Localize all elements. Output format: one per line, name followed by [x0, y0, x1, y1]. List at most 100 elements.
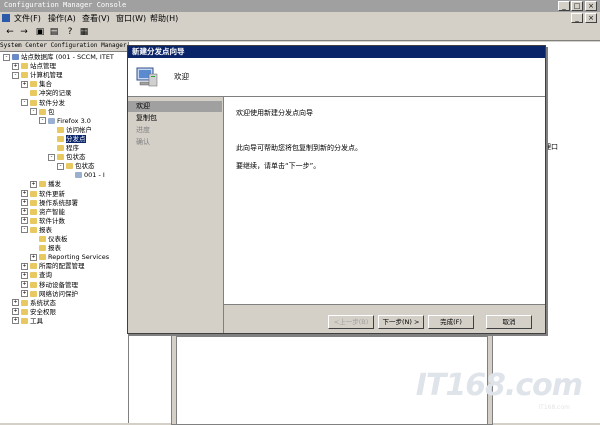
expand-toggle-icon[interactable]: - [30, 108, 37, 116]
tree-node[interactable]: + 网络访问保护 [21, 290, 78, 299]
properties-icon[interactable]: ▦ [77, 26, 91, 39]
expand-toggle-icon[interactable]: + [30, 180, 37, 188]
expand-toggle-icon[interactable]: + [21, 290, 28, 298]
expand-toggle-icon[interactable]: + [12, 308, 19, 316]
expand-toggle-icon[interactable]: + [21, 190, 28, 197]
tree-node[interactable]: - 软件分发 [21, 99, 65, 108]
menu-file[interactable]: 文件(F) [14, 13, 41, 24]
tree-node-label: 分发点 [66, 134, 86, 143]
expand-toggle-icon[interactable]: + [21, 271, 28, 279]
tree-node[interactable]: 报表 [30, 244, 61, 253]
expand-toggle-icon[interactable]: - [21, 226, 28, 234]
tree-node[interactable]: - 报表 [21, 226, 52, 235]
expand-toggle-icon[interactable]: + [21, 281, 28, 288]
tree-node[interactable]: + 移动设备管理 [21, 281, 78, 290]
menu-help[interactable]: 帮助(H) [150, 13, 178, 24]
expand-toggle-icon[interactable]: + [21, 199, 28, 207]
folder-icon [57, 126, 64, 133]
tree-node[interactable]: + 软件更新 [21, 190, 65, 199]
tree-node[interactable]: -包 [30, 108, 55, 117]
tree-node[interactable]: + 查询 [21, 271, 52, 280]
minimize-button[interactable]: _ [558, 1, 570, 11]
expand-toggle-icon[interactable]: - [57, 162, 64, 170]
tree-node[interactable]: 仪表板 [30, 235, 68, 244]
tree-node[interactable]: - 包状态 [48, 153, 86, 162]
tree-node[interactable]: + 软件计数 [21, 217, 65, 226]
tree-node-label: Firefox 3.0 [57, 116, 91, 125]
expand-toggle-icon[interactable]: + [21, 262, 28, 270]
expand-toggle-icon[interactable]: + [12, 62, 19, 70]
expand-toggle-icon[interactable]: + [21, 217, 28, 225]
expand-toggle-icon[interactable]: + [21, 80, 28, 88]
tree-node-label: 访问帐户 [66, 125, 92, 134]
expand-toggle-icon[interactable]: + [12, 299, 19, 307]
tree-node-label: 集合 [39, 80, 52, 89]
tree-node[interactable]: - 计算机管理 [12, 71, 63, 80]
dialog-header: 欢迎 [128, 58, 545, 97]
maximize-button[interactable]: □ [571, 1, 583, 11]
tree-node[interactable]: - 站点数据库 (001 - SCCM, ITET [3, 53, 114, 62]
mdi-minimize-button[interactable]: _ [571, 13, 583, 23]
finish-button[interactable]: 完成(F) [428, 315, 474, 329]
mdi-close-button[interactable]: × [585, 13, 597, 23]
tree-node[interactable]: + 工具 [12, 317, 43, 326]
welcome-description: 此向导可帮助您将包复制到新的分发点。 [236, 144, 362, 152]
tree-node[interactable]: - Firefox 3.0 [39, 117, 91, 126]
menu-view[interactable]: 查看(V) [82, 13, 110, 24]
tree-node[interactable]: + 集合 [21, 80, 52, 89]
tree-node[interactable]: + 操作系统部署 [21, 199, 78, 208]
expand-toggle-icon[interactable]: - [21, 99, 28, 106]
step-copy-package[interactable]: 复制包 [128, 113, 222, 124]
step-welcome[interactable]: 欢迎 [128, 101, 222, 112]
tree-node[interactable]: + 站点管理 [12, 62, 56, 71]
folder-icon [21, 317, 28, 324]
tree-node[interactable]: + 安全权限 [12, 308, 56, 317]
wizard-content: 欢迎使用新建分发点向导 此向导可帮助您将包复制到新的分发点。 要继续，请单击“下… [224, 97, 545, 304]
folder-icon [39, 254, 46, 261]
expand-toggle-icon[interactable]: - [48, 153, 55, 161]
actions-fragment: 理口 [544, 143, 558, 151]
folder-icon [30, 272, 37, 279]
tree-node[interactable]: 访问帐户 [48, 126, 92, 135]
tree-node-label: 冲突的记录 [39, 89, 72, 98]
tree-node[interactable]: + 资产智能 [21, 208, 65, 217]
back-arrow-icon[interactable]: ← [3, 26, 17, 39]
tree-node-label: 计算机管理 [30, 71, 63, 80]
tree-node-label: 播发 [48, 180, 61, 189]
show-tree-icon[interactable]: ▤ [47, 26, 61, 39]
folder-icon [39, 181, 46, 188]
menu-bar: 文件(F) 操作(A) 查看(V) 窗口(W) 帮助(H) _ × [0, 12, 600, 24]
expand-toggle-icon[interactable]: - [3, 53, 10, 61]
forward-arrow-icon[interactable]: → [17, 26, 31, 39]
folder-icon [30, 99, 37, 106]
menu-window[interactable]: 窗口(W) [116, 13, 146, 24]
console-tree: System Center Configuration Manager - 站点数… [0, 42, 129, 423]
expand-toggle-icon[interactable]: + [21, 208, 28, 216]
tree-node[interactable]: 分发点 [48, 134, 86, 144]
tree-node[interactable]: + Reporting Services [30, 253, 109, 262]
folder-icon [30, 199, 37, 206]
expand-toggle-icon[interactable]: + [12, 317, 19, 325]
close-button[interactable]: × [585, 1, 597, 11]
tree-node-label: 软件更新 [39, 189, 65, 198]
menu-action[interactable]: 操作(A) [48, 13, 76, 24]
tree-node[interactable]: 001 - I [66, 171, 105, 180]
back-button[interactable]: <上一步(B) [328, 315, 374, 329]
folder-icon [21, 72, 28, 79]
tree-node-label: 站点数据库 (001 - SCCM, ITET [21, 53, 114, 61]
tree-node[interactable]: + 系统状态 [12, 299, 56, 308]
tree-node[interactable]: 程序 [48, 144, 79, 153]
tree-node[interactable]: 冲突的记录 [21, 89, 72, 98]
help-icon[interactable]: ? [63, 26, 77, 39]
up-level-icon[interactable]: ▣ [33, 26, 47, 39]
tree-node-label: 包 [48, 107, 55, 116]
expand-toggle-icon[interactable]: - [39, 117, 46, 125]
cancel-button[interactable]: 取消 [486, 315, 532, 329]
tree-node[interactable]: + 播发 [30, 180, 61, 189]
folder-icon [30, 263, 37, 270]
expand-toggle-icon[interactable]: - [12, 71, 19, 79]
tree-node[interactable]: - 包状态 [57, 162, 95, 171]
next-button[interactable]: 下一步(N) > [378, 315, 424, 329]
tree-node[interactable]: + 所需的配置管理 [21, 262, 85, 271]
expand-toggle-icon[interactable]: + [30, 253, 37, 261]
